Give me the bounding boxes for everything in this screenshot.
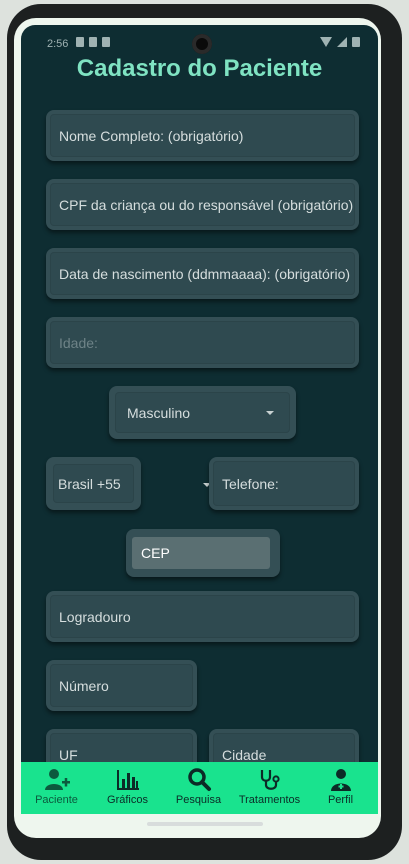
wifi-icon [320, 37, 332, 47]
status-time: 2:56 [47, 38, 69, 50]
cep-placeholder: CEP [141, 545, 170, 561]
cep-field[interactable]: CEP [126, 529, 280, 577]
cpf-field[interactable]: CPF da criança ou do responsável (obriga… [46, 179, 359, 230]
signal-icon [337, 37, 347, 47]
system-icons [320, 37, 360, 47]
nascimento-placeholder: Data de nascimento (ddmmaaaa): (obrigató… [59, 265, 351, 282]
shield-icon [89, 37, 97, 47]
logradouro-placeholder: Logradouro [59, 608, 131, 625]
bar-chart-icon [117, 770, 139, 790]
nav-pesquisa[interactable]: Pesquisa [163, 762, 234, 814]
nav-perfil-label: Perfil [327, 794, 354, 806]
telefone-placeholder: Telefone: [222, 475, 279, 492]
nome-field[interactable]: Nome Completo: (obrigatório) [46, 110, 359, 161]
cep-input[interactable]: CEP [132, 537, 270, 569]
chevron-down-icon [266, 411, 274, 415]
nav-paciente-label: Paciente [35, 794, 78, 806]
notification-icons [76, 37, 110, 47]
telefone-field[interactable]: Telefone: [209, 457, 359, 510]
nav-tratamentos[interactable]: Tratamentos [234, 762, 305, 814]
idade-placeholder: Idade: [59, 334, 98, 351]
pais-dropdown[interactable]: Brasil +55 [46, 457, 141, 510]
pais-value: Brasil +55 [58, 475, 121, 492]
search-icon [188, 768, 211, 791]
location-icon [76, 37, 84, 47]
nome-input[interactable]: Nome Completo: (obrigatório) [50, 114, 355, 157]
nav-pesquisa-label: Pesquisa [175, 794, 222, 806]
sexo-value: Masculino [127, 404, 191, 421]
logradouro-input[interactable]: Logradouro [50, 595, 355, 638]
nascimento-input[interactable]: Data de nascimento (ddmmaaaa): (obrigató… [50, 252, 355, 295]
nascimento-field[interactable]: Data de nascimento (ddmmaaaa): (obrigató… [46, 248, 359, 299]
numero-input[interactable]: Número [50, 664, 193, 707]
nome-placeholder: Nome Completo: (obrigatório) [59, 127, 244, 144]
pais-select[interactable]: Brasil +55 [53, 464, 134, 503]
nav-graficos-label: Gráficos [107, 794, 148, 806]
bottom-navigation: Paciente Gráficos Pesquisa Tratamentos P… [21, 762, 378, 814]
idade-field[interactable]: Idade: [46, 317, 359, 368]
cpf-input[interactable]: CPF da criança ou do responsável (obriga… [50, 183, 355, 226]
sexo-dropdown[interactable]: Masculino [109, 386, 296, 439]
page-title: Cadastro do Paciente [76, 55, 323, 82]
battery-icon [352, 37, 360, 47]
camera-cutout [192, 34, 212, 54]
app-screen: 2:56 Cadastro do Paciente Nome Completo:… [21, 25, 378, 814]
logradouro-field[interactable]: Logradouro [46, 591, 359, 642]
numero-field[interactable]: Número [46, 660, 197, 711]
add-user-icon [45, 769, 70, 790]
stethoscope-icon [260, 770, 280, 790]
nav-graficos[interactable]: Gráficos [92, 762, 163, 814]
home-indicator[interactable] [147, 822, 263, 826]
cpf-placeholder: CPF da criança ou do responsável (obriga… [59, 196, 354, 213]
uf-placeholder: UF [59, 746, 78, 763]
doctor-icon [331, 769, 351, 791]
nav-perfil[interactable]: Perfil [305, 762, 376, 814]
numero-placeholder: Número [59, 677, 109, 694]
cidade-placeholder: Cidade [222, 746, 267, 763]
telefone-input[interactable]: Telefone: [213, 461, 355, 506]
idade-input[interactable]: Idade: [50, 321, 355, 364]
sexo-select[interactable]: Masculino [115, 392, 290, 433]
sim-icon [102, 37, 110, 47]
nav-tratamentos-label: Tratamentos [238, 794, 301, 806]
nav-paciente[interactable]: Paciente [21, 762, 92, 814]
